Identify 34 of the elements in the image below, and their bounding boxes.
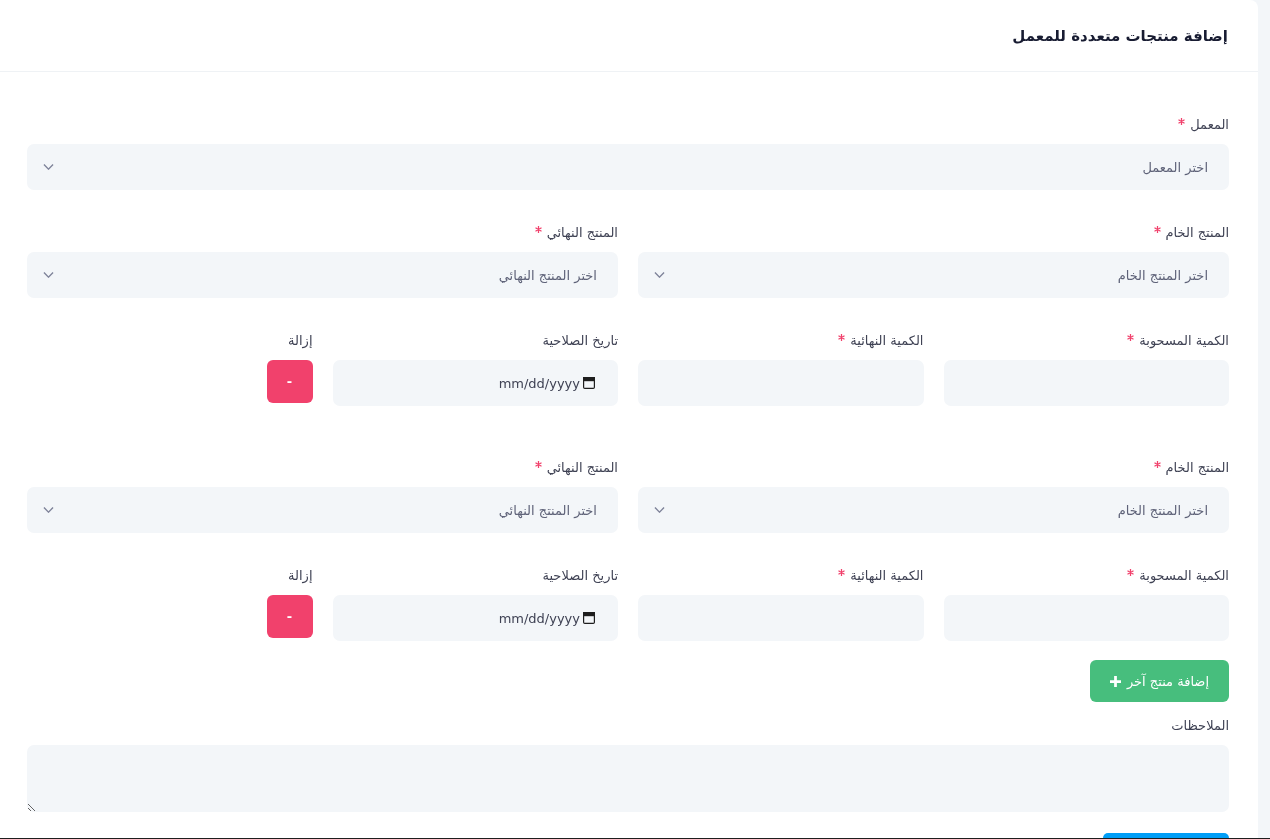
field-label: الكمية المسحوبة: [1139, 567, 1229, 583]
field-label: المنتج النهائي: [546, 459, 618, 475]
cut-off-button[interactable]: [1103, 833, 1229, 838]
calendar-icon: [583, 612, 595, 624]
dropdown-field[interactable]: اختر المعمل: [27, 144, 1229, 190]
field-label: المعمل: [1190, 116, 1229, 132]
field-label: تاريخ الصلاحية: [542, 567, 618, 583]
notes-field[interactable]: [27, 745, 1229, 812]
field-label: المنتج النهائي: [546, 224, 618, 240]
dropdown-field[interactable]: اختر المنتج النهائي: [27, 252, 618, 298]
form-title: إضافة منتجات متعددة للمعمل: [1012, 26, 1228, 45]
chevron-down-icon: [43, 507, 54, 513]
calendar-icon: [583, 377, 595, 389]
plus-icon: [1109, 675, 1121, 687]
chevron-down-icon: [43, 272, 54, 278]
dropdown-field[interactable]: اختر المنتج النهائي: [27, 487, 618, 533]
remove-button[interactable]: -: [266, 360, 313, 403]
date-field[interactable]: mm/dd/yyyy: [332, 595, 618, 641]
field-label: الملاحظات: [1171, 717, 1229, 733]
field-label: المنتج الخام: [1165, 459, 1229, 475]
remove-button[interactable]: -: [266, 595, 313, 638]
chevron-down-icon: [654, 507, 665, 513]
chevron-down-icon: [43, 164, 54, 170]
date-field[interactable]: mm/dd/yyyy: [332, 360, 618, 406]
field-label: الكمية المسحوبة: [1139, 332, 1229, 348]
field-label: تاريخ الصلاحية: [542, 332, 618, 348]
field-label: إزالة: [288, 567, 313, 583]
field-label: الكمية النهائية: [850, 332, 924, 348]
field-label: المنتج الخام: [1165, 224, 1229, 240]
dropdown-field[interactable]: اختر المنتج الخام: [638, 487, 1229, 533]
field-label: إزالة: [288, 332, 313, 348]
dropdown-field[interactable]: اختر المنتج الخام: [638, 252, 1229, 298]
field-label: الكمية النهائية: [850, 567, 924, 583]
chevron-down-icon: [654, 272, 665, 278]
